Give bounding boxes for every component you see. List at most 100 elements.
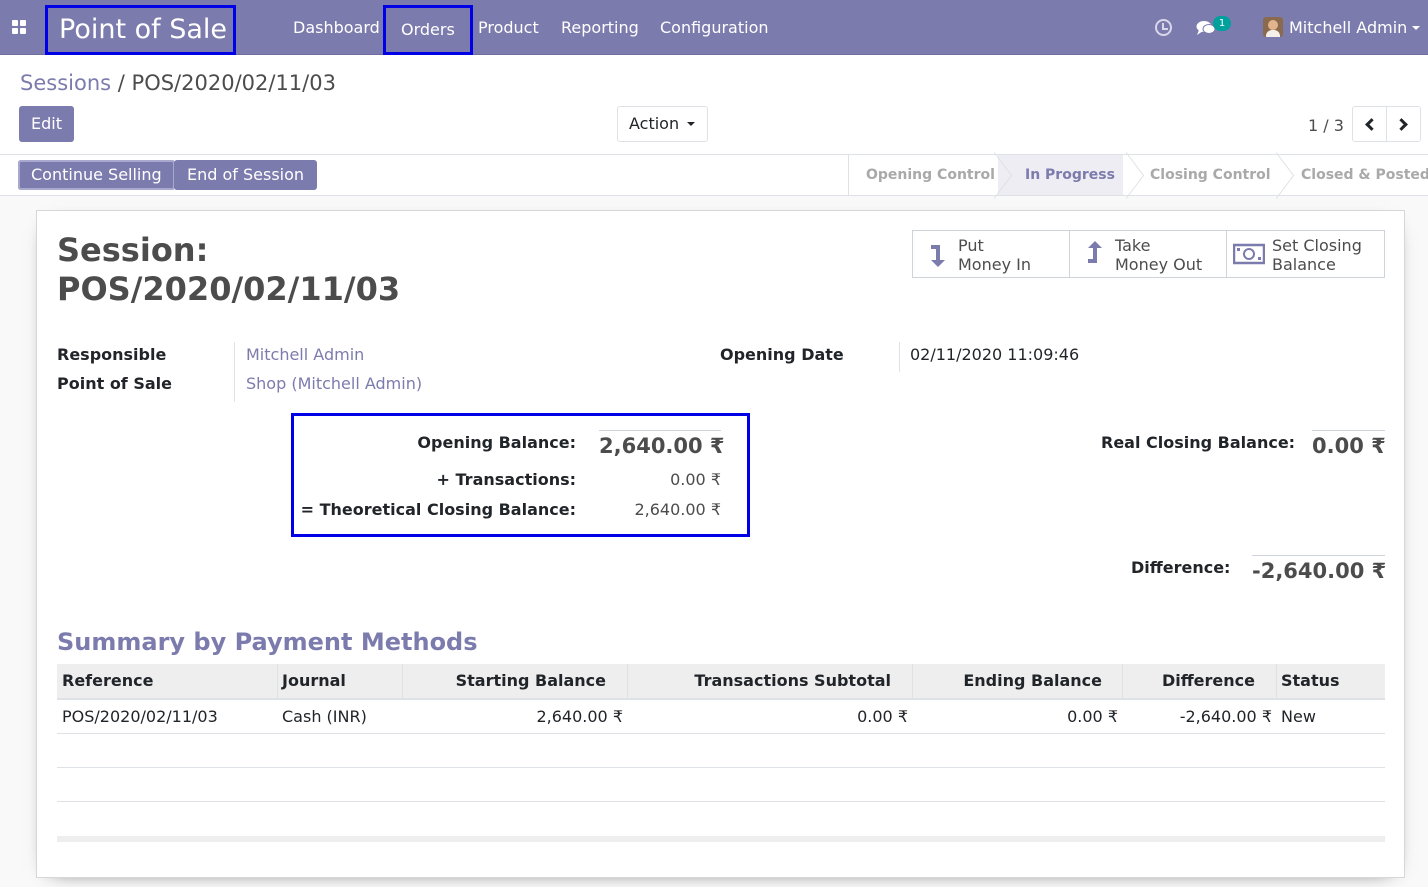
smart-buttons: Put Money In Take Money Out Set Closing <box>912 230 1385 278</box>
cell-status: New <box>1281 707 1316 726</box>
cell-starting-balance: 2,640.00 ₹ <box>536 707 623 726</box>
real-closing-balance-label: Real Closing Balance: <box>1101 433 1296 452</box>
table-empty-row <box>57 734 1385 768</box>
field-divider <box>234 342 235 402</box>
point-of-sale-value[interactable]: Shop (Mitchell Admin) <box>246 374 422 393</box>
summary-section-title: Summary by Payment Methods <box>57 628 478 656</box>
put-money-in-line2: Money In <box>958 255 1031 274</box>
take-money-out-button[interactable]: Take Money Out <box>1070 231 1227 277</box>
opening-date-label: Opening Date <box>720 345 844 364</box>
stage-arrow <box>990 155 1004 195</box>
table-header: Reference Journal Starting Balance Trans… <box>57 664 1385 700</box>
table-footer <box>57 836 1385 842</box>
menu-dashboard[interactable]: Dashboard <box>293 0 380 55</box>
money-icon <box>1233 243 1265 265</box>
column-status[interactable]: Status <box>1281 664 1340 698</box>
user-avatar[interactable] <box>1263 17 1283 37</box>
apps-menu-icon[interactable] <box>12 20 26 34</box>
breadcrumb-sessions[interactable]: Sessions <box>20 71 111 95</box>
column-separator <box>277 664 278 698</box>
activity-clock-icon[interactable] <box>1155 19 1172 36</box>
arrow-up-icon <box>1088 241 1102 263</box>
chevron-down-icon[interactable] <box>1412 26 1420 30</box>
column-journal[interactable]: Journal <box>282 664 346 698</box>
table-empty-row <box>57 768 1385 802</box>
edit-button[interactable]: Edit <box>19 106 74 142</box>
stage-arrow <box>1122 155 1136 195</box>
menu-orders[interactable]: Orders <box>383 5 473 55</box>
menu-product[interactable]: Product <box>478 0 539 55</box>
theoretical-closing-label: = Theoretical Closing Balance: <box>300 500 576 519</box>
cell-transactions-subtotal: 0.00 ₹ <box>857 707 908 726</box>
cell-difference: -2,640.00 ₹ <box>1179 707 1272 726</box>
title-line-1: Session: <box>57 231 209 269</box>
form-sheet: Session: POS/2020/02/11/03 Put Money In … <box>36 210 1405 878</box>
stage-in-progress[interactable]: In Progress <box>1025 155 1115 195</box>
caret-down-icon <box>687 122 695 126</box>
payment-methods-table: Reference Journal Starting Balance Trans… <box>57 664 1385 842</box>
take-money-out-line1: Take <box>1115 236 1151 255</box>
column-separator <box>402 664 403 698</box>
chat-badge: 1 <box>1213 16 1231 31</box>
set-closing-balance-line2: Balance <box>1272 255 1336 274</box>
take-money-out-line2: Money Out <box>1115 255 1203 274</box>
user-menu[interactable]: Mitchell Admin <box>1289 0 1407 55</box>
set-closing-balance-line1: Set Closing <box>1272 236 1362 255</box>
breadcrumb-separator: / <box>117 71 125 95</box>
column-separator <box>627 664 628 698</box>
menu-configuration[interactable]: Configuration <box>660 0 769 55</box>
session-title: Session: POS/2020/02/11/03 <box>57 231 400 309</box>
stage-divider <box>848 155 849 195</box>
column-transactions-subtotal[interactable]: Transactions Subtotal <box>632 664 891 698</box>
stage-closed-posted[interactable]: Closed & Posted <box>1301 155 1428 195</box>
action-dropdown[interactable]: Action <box>617 106 708 142</box>
table-empty-row <box>57 802 1385 836</box>
continue-selling-button[interactable]: Continue Selling <box>18 160 175 190</box>
chevron-left-icon <box>1365 118 1378 131</box>
cell-ending-balance: 0.00 ₹ <box>1067 707 1118 726</box>
column-separator <box>1122 664 1123 698</box>
responsible-value[interactable]: Mitchell Admin <box>246 345 364 364</box>
breadcrumb: Sessions / POS/2020/02/11/03 <box>20 71 336 95</box>
breadcrumb-current: POS/2020/02/11/03 <box>131 71 336 95</box>
column-separator <box>1276 664 1277 698</box>
column-starting-balance[interactable]: Starting Balance <box>407 664 606 698</box>
table-row[interactable]: POS/2020/02/11/03 Cash (INR) 2,640.00 ₹ … <box>57 700 1385 734</box>
field-divider <box>899 342 900 372</box>
stage-closing-control[interactable]: Closing Control <box>1150 155 1271 195</box>
stage-arrow <box>1272 155 1286 195</box>
control-panel: Sessions / POS/2020/02/11/03 Edit Action… <box>0 55 1428 155</box>
pager-next-button[interactable] <box>1386 106 1421 142</box>
point-of-sale-label: Point of Sale <box>57 374 172 393</box>
chevron-right-icon <box>1395 118 1408 131</box>
menu-reporting[interactable]: Reporting <box>561 0 639 55</box>
column-separator <box>912 664 913 698</box>
arrow-down-icon <box>931 245 945 267</box>
balance-summary-highlight: Opening Balance: 2,640.00 ₹ + Transactio… <box>291 413 750 537</box>
top-navbar: Point of Sale Dashboard Orders Product R… <box>0 0 1428 55</box>
real-closing-balance-value[interactable]: 0.00 ₹ <box>1312 430 1386 458</box>
difference-label: Difference: <box>1131 558 1231 577</box>
pager-previous-button[interactable] <box>1352 106 1387 142</box>
put-money-in-line1: Put <box>958 236 984 255</box>
opening-balance-value: 2,640.00 ₹ <box>599 430 725 458</box>
action-label: Action <box>629 114 680 133</box>
difference-value: -2,640.00 ₹ <box>1252 555 1386 583</box>
transactions-value: 0.00 ₹ <box>670 470 721 489</box>
app-title[interactable]: Point of Sale <box>45 5 236 55</box>
opening-balance-label: Opening Balance: <box>417 433 576 452</box>
cell-journal: Cash (INR) <box>282 707 367 726</box>
column-ending-balance[interactable]: Ending Balance <box>917 664 1102 698</box>
responsible-label: Responsible <box>57 345 167 364</box>
transactions-label: + Transactions: <box>436 470 576 489</box>
end-of-session-button[interactable]: End of Session <box>174 160 318 190</box>
put-money-in-button[interactable]: Put Money In <box>913 231 1070 277</box>
column-difference[interactable]: Difference <box>1127 664 1255 698</box>
status-bar: Continue Selling End of Session Opening … <box>0 155 1428 196</box>
cell-reference: POS/2020/02/11/03 <box>62 707 218 726</box>
set-closing-balance-button[interactable]: Set Closing Balance <box>1227 231 1384 277</box>
column-reference[interactable]: Reference <box>62 664 153 698</box>
pager-value[interactable]: 1 / 3 <box>1308 116 1344 135</box>
title-line-2: POS/2020/02/11/03 <box>57 270 401 308</box>
opening-date-value: 02/11/2020 11:09:46 <box>910 345 1080 364</box>
